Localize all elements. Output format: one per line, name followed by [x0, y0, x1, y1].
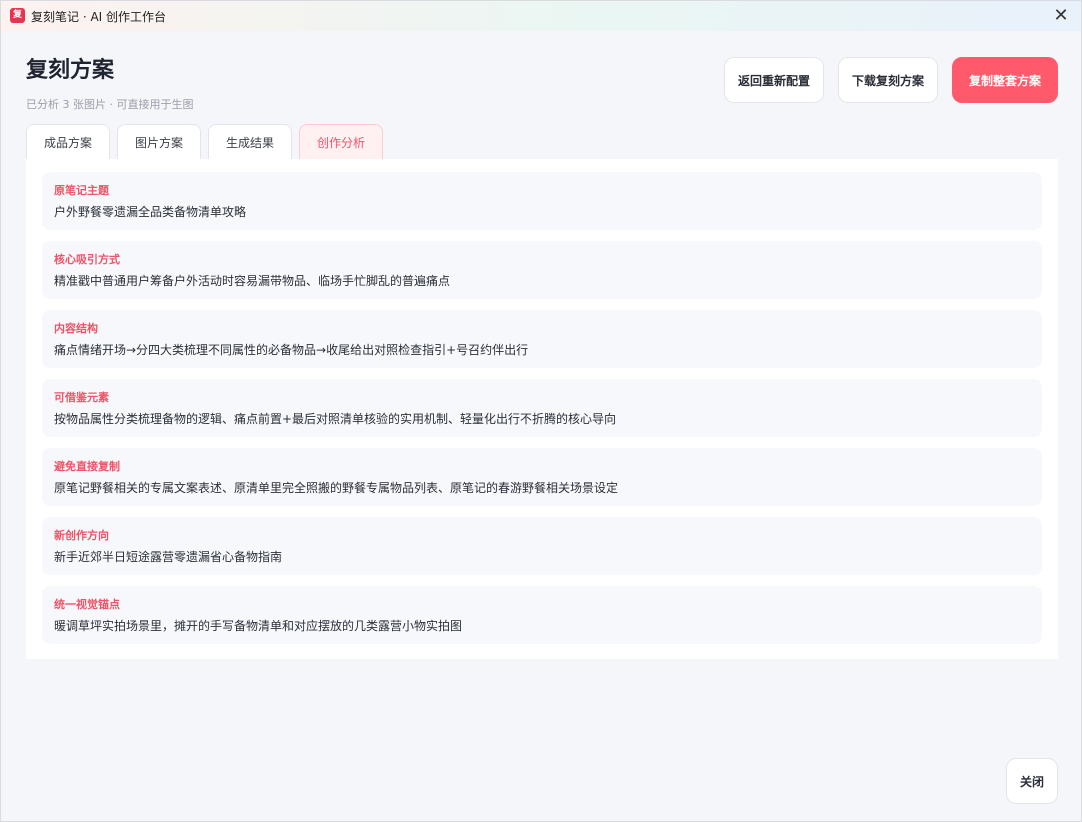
page-subtitle: 已分析 3 张图片 · 可直接用于生图	[26, 98, 194, 111]
analysis-card: 统一视觉锚点 暖调草坪实拍场景里，摊开的手写备物清单和对应摆放的几类露营小物实拍…	[42, 586, 1042, 644]
app-logo-icon: 复	[10, 8, 25, 23]
tab-bar: 成品方案 图片方案 生成结果 创作分析	[26, 124, 383, 159]
analysis-card-label: 原笔记主题	[54, 184, 109, 197]
title-bar: 复 复刻笔记 · AI 创作工作台 ✕	[1, 1, 1081, 31]
page-title: 复刻方案	[26, 58, 115, 83]
window-title: 复刻笔记 · AI 创作工作台	[31, 10, 167, 24]
analysis-card-text: 精准戳中普通用户筹备户外活动时容易漏带物品、临场手忙脚乱的普遍痛点	[54, 274, 451, 288]
analysis-panel: 原笔记主题 户外野餐零遗漏全品类备物清单攻略 核心吸引方式 精准戳中普通用户筹备…	[26, 159, 1058, 659]
analysis-card-label: 可借鉴元素	[54, 391, 109, 404]
analysis-card: 避免直接复制 原笔记野餐相关的专属文案表述、原清单里完全照搬的野餐专属物品列表、…	[42, 448, 1042, 506]
analysis-card-label: 统一视觉锚点	[54, 598, 120, 611]
analysis-card: 内容结构 痛点情绪开场→分四大类梳理不同属性的必备物品→收尾给出对照检查指引+号…	[42, 310, 1042, 368]
tab-generation-results[interactable]: 生成结果	[208, 124, 292, 159]
copy-all-plan-button[interactable]: 复制整套方案	[952, 57, 1058, 103]
tab-image-plan[interactable]: 图片方案	[117, 124, 201, 159]
analysis-card-label: 内容结构	[54, 322, 98, 335]
tab-final-plan[interactable]: 成品方案	[26, 124, 110, 159]
analysis-card-text: 户外野餐零遗漏全品类备物清单攻略	[54, 205, 247, 219]
analysis-card-text: 原笔记野餐相关的专属文案表述、原清单里完全照搬的野餐专属物品列表、原笔记的春游野…	[54, 481, 619, 495]
analysis-card: 核心吸引方式 精准戳中普通用户筹备户外活动时容易漏带物品、临场手忙脚乱的普遍痛点	[42, 241, 1042, 299]
analysis-card-text: 暖调草坪实拍场景里，摊开的手写备物清单和对应摆放的几类露营小物实拍图	[54, 619, 463, 633]
back-to-config-button[interactable]: 返回重新配置	[724, 57, 824, 103]
analysis-card: 新创作方向 新手近郊半日短途露营零遗漏省心备物指南	[42, 517, 1042, 575]
analysis-card-text: 新手近郊半日短途露营零遗漏省心备物指南	[54, 550, 283, 564]
analysis-card-text: 按物品属性分类梳理备物的逻辑、痛点前置+最后对照清单核验的实用机制、轻量化出行不…	[54, 412, 617, 426]
analysis-card-label: 核心吸引方式	[54, 253, 120, 266]
analysis-card: 可借鉴元素 按物品属性分类梳理备物的逻辑、痛点前置+最后对照清单核验的实用机制、…	[42, 379, 1042, 437]
analysis-card-text: 痛点情绪开场→分四大类梳理不同属性的必备物品→收尾给出对照检查指引+号召约伴出行	[54, 343, 529, 357]
close-button[interactable]: 关闭	[1006, 758, 1058, 804]
download-plan-button[interactable]: 下载复刻方案	[838, 57, 938, 103]
app-window: 复 复刻笔记 · AI 创作工作台 ✕ 复刻方案 已分析 3 张图片 · 可直接…	[0, 0, 1082, 822]
analysis-card: 原笔记主题 户外野餐零遗漏全品类备物清单攻略	[42, 172, 1042, 230]
tab-creative-analysis[interactable]: 创作分析	[299, 124, 383, 159]
analysis-card-label: 新创作方向	[54, 529, 109, 542]
close-icon[interactable]: ✕	[1049, 4, 1073, 28]
analysis-card-label: 避免直接复制	[54, 460, 120, 473]
